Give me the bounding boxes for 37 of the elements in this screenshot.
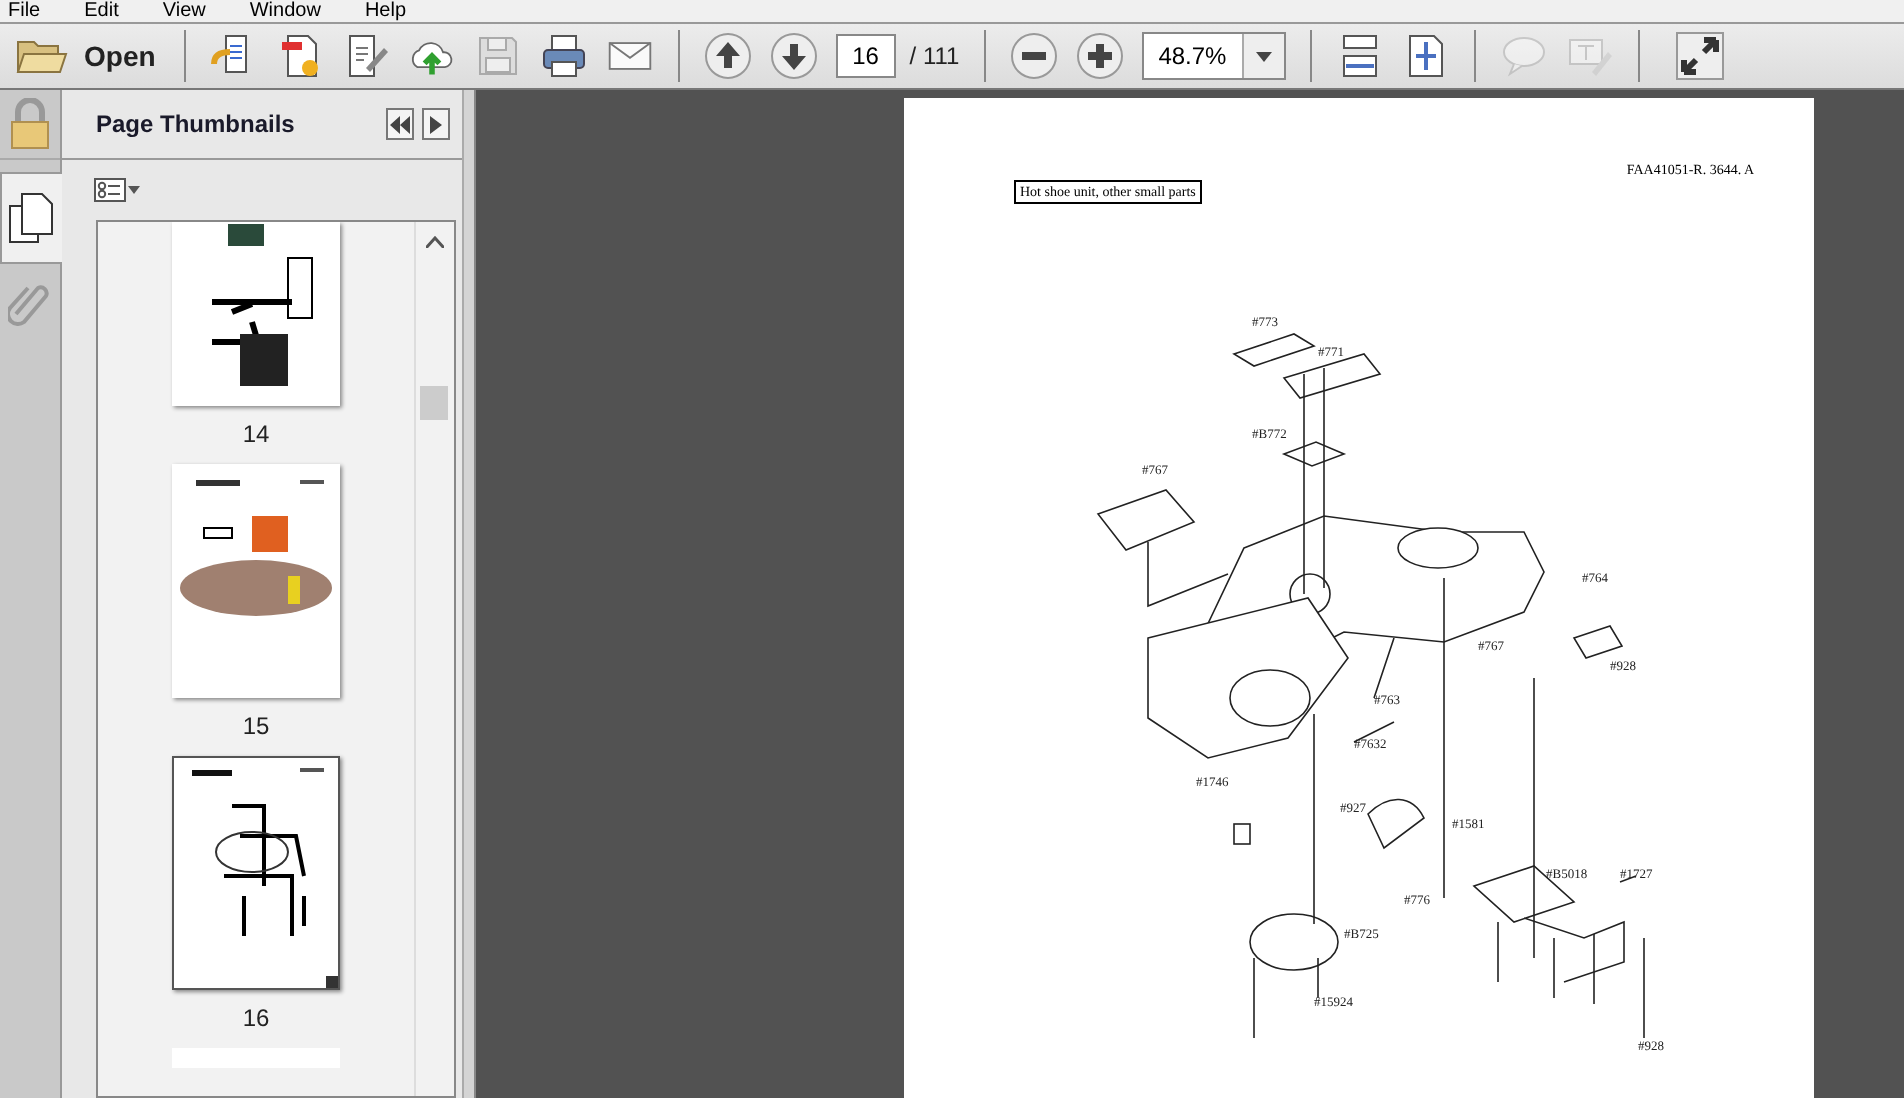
full-screen-icon[interactable] xyxy=(1675,32,1724,80)
menu-item[interactable]: Edit xyxy=(84,0,119,22)
zoom-dropdown[interactable]: 48.7% xyxy=(1141,32,1286,80)
previous-page-icon[interactable] xyxy=(703,32,752,80)
double-left-arrow-icon xyxy=(390,115,410,133)
collapse-panel-button[interactable] xyxy=(386,108,414,140)
caret-icon xyxy=(1255,51,1272,61)
menu-item[interactable]: View xyxy=(162,0,206,22)
pages-icon xyxy=(8,190,56,246)
page-total: / 111 xyxy=(909,42,960,70)
open-button[interactable]: Open xyxy=(12,32,160,80)
list-options-icon xyxy=(94,178,142,202)
next-page-icon[interactable] xyxy=(769,32,818,80)
folder-icon xyxy=(16,36,68,76)
menu-item[interactable]: Window xyxy=(249,0,321,22)
panel-title: Page Thumbnails xyxy=(96,110,297,138)
page-thumbnails-tab[interactable] xyxy=(0,172,62,264)
page-thumbnail[interactable] xyxy=(172,756,340,990)
scroll-thumb[interactable] xyxy=(420,386,448,420)
zoom-in-icon[interactable] xyxy=(1075,32,1124,80)
lock-icon xyxy=(8,98,52,150)
page-number-label: 15 xyxy=(242,712,270,740)
options-button[interactable] xyxy=(94,178,142,202)
scrollbar[interactable] xyxy=(414,222,454,1096)
zoom-out-icon[interactable] xyxy=(1009,32,1058,80)
page-thumbnail[interactable] xyxy=(172,222,340,406)
menu-item[interactable]: File xyxy=(8,0,41,22)
right-arrow-icon xyxy=(430,115,442,133)
menu-item[interactable]: Help xyxy=(364,0,407,22)
page-number-field[interactable]: 16 xyxy=(835,34,896,78)
scroll-up-icon[interactable] xyxy=(426,236,444,248)
expand-panel-button[interactable] xyxy=(422,108,450,140)
page-number-label: 16 xyxy=(242,1004,270,1032)
page-number-label: 14 xyxy=(242,420,270,448)
print-icon[interactable] xyxy=(539,32,588,80)
page-thumbnail[interactable] xyxy=(172,464,340,698)
selection-handle[interactable] xyxy=(326,976,338,988)
